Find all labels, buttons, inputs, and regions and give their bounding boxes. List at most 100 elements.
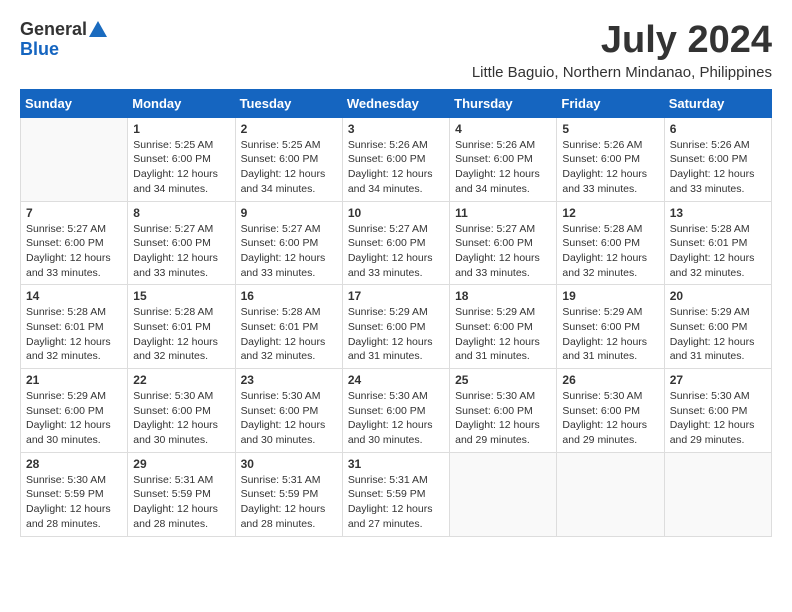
day-of-week-header: Sunday (21, 89, 128, 117)
calendar-cell: 8Sunrise: 5:27 AM Sunset: 6:00 PM Daylig… (128, 201, 235, 285)
calendar-cell: 19 Sunrise: 5:29 AM Sunset: 6:00 PM Dayli… (557, 285, 664, 369)
logo: General Blue (20, 20, 107, 60)
calendar-week-row: 14 Sunrise: 5:28 AM Sunset: 6:01 PM Dayli… (21, 285, 772, 369)
calendar-cell: 23 Sunrise: 5:30 AM Sunset: 6:00 PM Dayli… (235, 369, 342, 453)
day-info: Sunrise: 5:27 AM Sunset: 6:00 PM Dayligh… (348, 222, 444, 281)
calendar-cell (21, 117, 128, 201)
calendar-cell: 12 Sunrise: 5:28 AM Sunset: 6:00 PM Dayli… (557, 201, 664, 285)
day-info: Sunrise: 5:29 AM Sunset: 6:00 PM Dayligh… (348, 305, 444, 364)
day-info: Sunrise: 5:25 AM Sunset: 6:00 PM Dayligh… (241, 138, 337, 197)
day-number: 14 (26, 289, 122, 303)
day-number: 7 (26, 206, 122, 220)
day-info: Sunrise: 5:25 AM Sunset: 6:00 PM Dayligh… (133, 138, 229, 197)
subtitle: Little Baguio, Northern Mindanao, Philip… (472, 64, 772, 81)
day-number: 28 (26, 457, 122, 471)
day-number: 2 (241, 122, 337, 136)
main-title: July 2024 (472, 20, 772, 62)
calendar-cell: 24 Sunrise: 5:30 AM Sunset: 6:00 PM Dayli… (342, 369, 449, 453)
day-info: Sunrise: 5:31 AM Sunset: 5:59 PM Dayligh… (133, 473, 229, 532)
day-of-week-header: Wednesday (342, 89, 449, 117)
calendar-cell: 30Sunrise: 5:31 AM Sunset: 5:59 PM Dayli… (235, 452, 342, 536)
day-number: 25 (455, 373, 551, 387)
day-info: Sunrise: 5:27 AM Sunset: 6:00 PM Dayligh… (455, 222, 551, 281)
calendar-cell: 27 Sunrise: 5:30 AM Sunset: 6:00 PM Dayli… (664, 369, 771, 453)
day-number: 10 (348, 206, 444, 220)
day-info: Sunrise: 5:29 AM Sunset: 6:00 PM Dayligh… (26, 389, 122, 448)
calendar-cell: 1 Sunrise: 5:25 AM Sunset: 6:00 PM Daylig… (128, 117, 235, 201)
day-info: Sunrise: 5:30 AM Sunset: 6:00 PM Dayligh… (455, 389, 551, 448)
day-number: 5 (562, 122, 658, 136)
day-number: 19 (562, 289, 658, 303)
calendar-cell (450, 452, 557, 536)
calendar-cell: 11 Sunrise: 5:27 AM Sunset: 6:00 PM Dayli… (450, 201, 557, 285)
logo-blue-text: Blue (20, 39, 59, 59)
day-info: Sunrise: 5:27 AM Sunset: 6:00 PM Dayligh… (26, 222, 122, 281)
day-number: 13 (670, 206, 766, 220)
calendar-header-row: SundayMondayTuesdayWednesdayThursdayFrid… (21, 89, 772, 117)
calendar-table: SundayMondayTuesdayWednesdayThursdayFrid… (20, 89, 772, 537)
day-info: Sunrise: 5:28 AM Sunset: 6:00 PM Dayligh… (562, 222, 658, 281)
day-number: 24 (348, 373, 444, 387)
day-info: Sunrise: 5:28 AM Sunset: 6:01 PM Dayligh… (26, 305, 122, 364)
day-info: Sunrise: 5:29 AM Sunset: 6:00 PM Dayligh… (455, 305, 551, 364)
day-number: 16 (241, 289, 337, 303)
calendar-cell: 15Sunrise: 5:28 AM Sunset: 6:01 PM Dayli… (128, 285, 235, 369)
day-number: 21 (26, 373, 122, 387)
calendar-cell: 7 Sunrise: 5:27 AM Sunset: 6:00 PM Daylig… (21, 201, 128, 285)
logo-general-text: General (20, 20, 87, 40)
day-number: 8 (133, 206, 229, 220)
calendar-cell: 26Sunrise: 5:30 AM Sunset: 6:00 PM Dayli… (557, 369, 664, 453)
day-info: Sunrise: 5:26 AM Sunset: 6:00 PM Dayligh… (455, 138, 551, 197)
calendar-week-row: 28 Sunrise: 5:30 AM Sunset: 5:59 PM Dayli… (21, 452, 772, 536)
calendar-week-row: 7 Sunrise: 5:27 AM Sunset: 6:00 PM Daylig… (21, 201, 772, 285)
calendar-cell: 10 Sunrise: 5:27 AM Sunset: 6:00 PM Dayli… (342, 201, 449, 285)
calendar-cell: 9 Sunrise: 5:27 AM Sunset: 6:00 PM Daylig… (235, 201, 342, 285)
calendar-cell: 21 Sunrise: 5:29 AM Sunset: 6:00 PM Dayli… (21, 369, 128, 453)
calendar-cell: 17Sunrise: 5:29 AM Sunset: 6:00 PM Dayli… (342, 285, 449, 369)
calendar-cell: 18 Sunrise: 5:29 AM Sunset: 6:00 PM Dayli… (450, 285, 557, 369)
calendar-cell (557, 452, 664, 536)
calendar-week-row: 1 Sunrise: 5:25 AM Sunset: 6:00 PM Daylig… (21, 117, 772, 201)
day-info: Sunrise: 5:28 AM Sunset: 6:01 PM Dayligh… (133, 305, 229, 364)
day-info: Sunrise: 5:29 AM Sunset: 6:00 PM Dayligh… (562, 305, 658, 364)
calendar-cell: 22 Sunrise: 5:30 AM Sunset: 6:00 PM Dayli… (128, 369, 235, 453)
calendar-cell: 5 Sunrise: 5:26 AM Sunset: 6:00 PM Daylig… (557, 117, 664, 201)
day-number: 27 (670, 373, 766, 387)
day-info: Sunrise: 5:28 AM Sunset: 6:01 PM Dayligh… (670, 222, 766, 281)
day-number: 11 (455, 206, 551, 220)
calendar-cell: 4 Sunrise: 5:26 AM Sunset: 6:00 PM Daylig… (450, 117, 557, 201)
day-info: Sunrise: 5:29 AM Sunset: 6:00 PM Dayligh… (670, 305, 766, 364)
day-number: 9 (241, 206, 337, 220)
day-number: 29 (133, 457, 229, 471)
day-info: Sunrise: 5:27 AM Sunset: 6:00 PM Dayligh… (241, 222, 337, 281)
day-number: 20 (670, 289, 766, 303)
day-info: Sunrise: 5:26 AM Sunset: 6:00 PM Dayligh… (348, 138, 444, 197)
day-info: Sunrise: 5:30 AM Sunset: 6:00 PM Dayligh… (670, 389, 766, 448)
day-info: Sunrise: 5:30 AM Sunset: 6:00 PM Dayligh… (241, 389, 337, 448)
day-info: Sunrise: 5:26 AM Sunset: 6:00 PM Dayligh… (670, 138, 766, 197)
day-info: Sunrise: 5:30 AM Sunset: 5:59 PM Dayligh… (26, 473, 122, 532)
day-info: Sunrise: 5:30 AM Sunset: 6:00 PM Dayligh… (133, 389, 229, 448)
logo-icon (89, 21, 107, 37)
calendar-cell: 13 Sunrise: 5:28 AM Sunset: 6:01 PM Dayli… (664, 201, 771, 285)
calendar-cell: 16Sunrise: 5:28 AM Sunset: 6:01 PM Dayli… (235, 285, 342, 369)
page-header: General Blue July 2024 Little Baguio, No… (20, 20, 772, 81)
calendar-cell: 2 Sunrise: 5:25 AM Sunset: 6:00 PM Daylig… (235, 117, 342, 201)
day-info: Sunrise: 5:26 AM Sunset: 6:00 PM Dayligh… (562, 138, 658, 197)
day-number: 6 (670, 122, 766, 136)
day-number: 18 (455, 289, 551, 303)
day-number: 31 (348, 457, 444, 471)
calendar-week-row: 21 Sunrise: 5:29 AM Sunset: 6:00 PM Dayli… (21, 369, 772, 453)
day-info: Sunrise: 5:31 AM Sunset: 5:59 PM Dayligh… (348, 473, 444, 532)
day-number: 4 (455, 122, 551, 136)
day-number: 12 (562, 206, 658, 220)
day-info: Sunrise: 5:30 AM Sunset: 6:00 PM Dayligh… (348, 389, 444, 448)
calendar-cell: 29 Sunrise: 5:31 AM Sunset: 5:59 PM Dayli… (128, 452, 235, 536)
calendar-cell: 14 Sunrise: 5:28 AM Sunset: 6:01 PM Dayli… (21, 285, 128, 369)
calendar-cell (664, 452, 771, 536)
day-number: 30 (241, 457, 337, 471)
day-number: 22 (133, 373, 229, 387)
day-number: 1 (133, 122, 229, 136)
day-number: 23 (241, 373, 337, 387)
calendar-cell: 3Sunrise: 5:26 AM Sunset: 6:00 PM Daylig… (342, 117, 449, 201)
